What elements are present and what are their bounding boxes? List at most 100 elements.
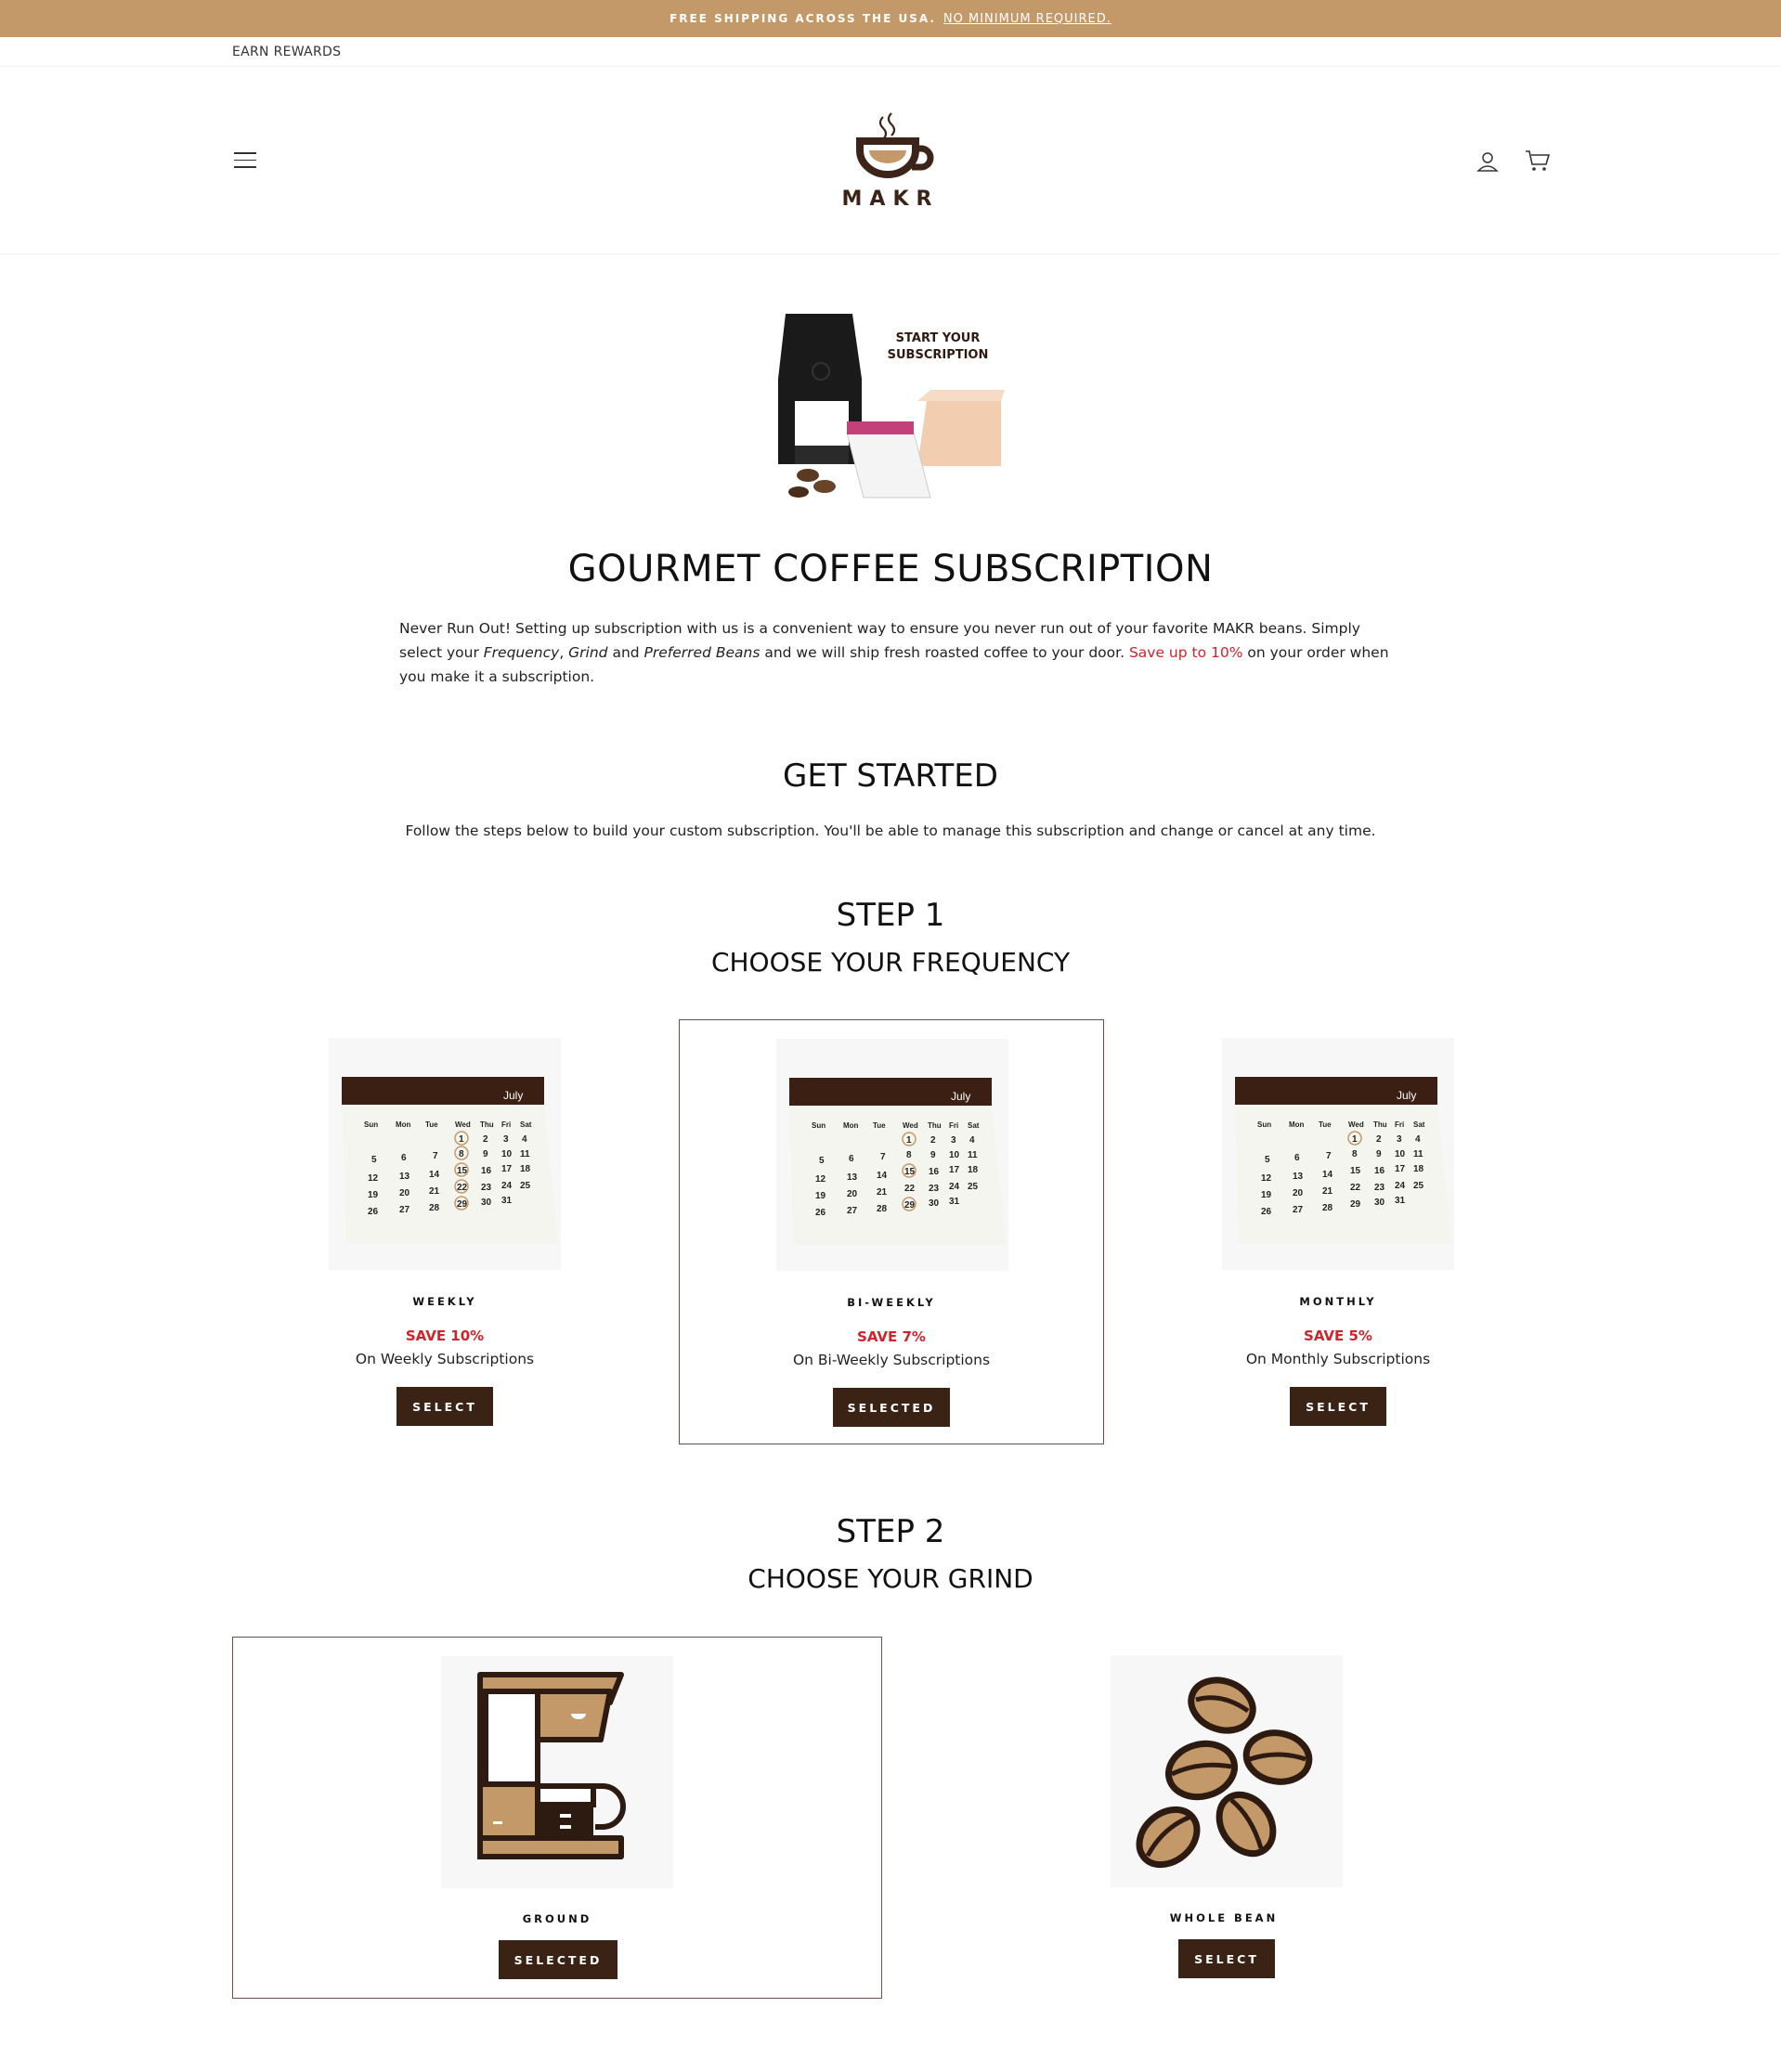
svg-text:6: 6 bbox=[401, 1153, 407, 1163]
svg-text:Thu: Thu bbox=[1373, 1120, 1387, 1129]
announcement-link[interactable]: NO MINIMUM REQUIRED. bbox=[943, 12, 1112, 26]
svg-text:16: 16 bbox=[1374, 1166, 1385, 1176]
calendar-image: July Sun Mon Tue Wed Thu Fri Sat 1234 5 6 7 8 9 10 1… bbox=[776, 1039, 1008, 1271]
calendar-month: July bbox=[1397, 1089, 1416, 1102]
svg-text:3: 3 bbox=[503, 1134, 509, 1145]
svg-text:29: 29 bbox=[1350, 1199, 1361, 1210]
frequency-subtext: On Monthly Subscriptions bbox=[1245, 1351, 1431, 1367]
svg-text:17: 17 bbox=[501, 1164, 513, 1174]
ground-coffee-image bbox=[441, 1656, 673, 1888]
svg-text:13: 13 bbox=[1293, 1172, 1304, 1182]
calendar-icon: July Sun Mon Tue Wed Thu Fri Sat 1234 5 6 7 8 9 10 1… bbox=[789, 1078, 1007, 1245]
calendar-icon: July Sun Mon Tue Wed Thu Fri Sat 1234 5 6 7 8 9 10 1… bbox=[342, 1077, 559, 1244]
svg-text:28: 28 bbox=[1322, 1203, 1333, 1213]
svg-text:26: 26 bbox=[368, 1207, 379, 1217]
svg-text:Fri: Fri bbox=[949, 1121, 958, 1130]
select-weekly-button[interactable]: SELECT bbox=[396, 1387, 493, 1426]
get-started-heading: GET STARTED bbox=[783, 758, 998, 795]
svg-text:4: 4 bbox=[969, 1135, 975, 1146]
svg-text:20: 20 bbox=[399, 1188, 410, 1198]
svg-text:9: 9 bbox=[930, 1150, 936, 1160]
coffee-beans-icon bbox=[1136, 1677, 1313, 1869]
svg-text:8: 8 bbox=[459, 1149, 464, 1159]
svg-text:1: 1 bbox=[906, 1135, 912, 1146]
step2-number: STEP 2 bbox=[836, 1513, 945, 1550]
step2-title: CHOOSE YOUR GRIND bbox=[748, 1563, 1034, 1594]
site-header: MAKR bbox=[0, 67, 1781, 254]
menu-icon[interactable] bbox=[234, 152, 256, 169]
svg-text:Wed: Wed bbox=[1348, 1120, 1364, 1129]
utility-bar: EARN REWARDS bbox=[0, 37, 1781, 67]
announcement-bar: FREE SHIPPING ACROSS THE USA. NO MINIMUM… bbox=[0, 0, 1781, 37]
svg-text:4: 4 bbox=[1415, 1134, 1421, 1145]
svg-text:21: 21 bbox=[877, 1187, 888, 1198]
select-ground-button[interactable]: SELECTED bbox=[499, 1940, 618, 1979]
svg-text:3: 3 bbox=[951, 1135, 956, 1146]
svg-text:Thu: Thu bbox=[928, 1121, 942, 1130]
grind-card-whole-bean[interactable]: WHOLE BEAN SELECT bbox=[899, 1637, 1549, 1999]
svg-text:Thu: Thu bbox=[480, 1120, 494, 1129]
svg-text:7: 7 bbox=[880, 1152, 886, 1162]
svg-text:6: 6 bbox=[1294, 1153, 1300, 1163]
svg-text:30: 30 bbox=[929, 1198, 940, 1209]
brand-logo[interactable]: MAKR bbox=[832, 111, 949, 214]
frequency-label: WEEKLY bbox=[412, 1295, 477, 1308]
svg-text:25: 25 bbox=[1413, 1181, 1424, 1191]
select-whole-bean-button[interactable]: SELECT bbox=[1178, 1939, 1275, 1978]
svg-text:12: 12 bbox=[368, 1173, 379, 1184]
coffee-cup-logo-icon bbox=[856, 112, 934, 178]
frequency-card-biweekly[interactable]: July Sun Mon Tue Wed Thu Fri Sat 1234 5 6 7 8 9 10 1… bbox=[679, 1019, 1104, 1444]
frequency-savings: SAVE 7% bbox=[857, 1328, 926, 1345]
svg-text:1: 1 bbox=[459, 1134, 464, 1145]
svg-text:18: 18 bbox=[968, 1165, 979, 1175]
svg-text:12: 12 bbox=[1261, 1173, 1272, 1184]
svg-text:Tue: Tue bbox=[873, 1121, 886, 1130]
step1-title: CHOOSE YOUR FREQUENCY bbox=[710, 947, 1071, 978]
cart-icon[interactable] bbox=[1525, 149, 1551, 173]
svg-text:30: 30 bbox=[481, 1198, 492, 1208]
svg-text:11: 11 bbox=[968, 1150, 978, 1160]
svg-text:12: 12 bbox=[815, 1174, 826, 1185]
hero-caption: START YOUR SUBSCRIPTION bbox=[887, 331, 989, 362]
svg-text:Wed: Wed bbox=[455, 1120, 471, 1129]
svg-text:Fri: Fri bbox=[501, 1120, 511, 1129]
svg-text:18: 18 bbox=[520, 1164, 531, 1174]
svg-text:1: 1 bbox=[1352, 1134, 1358, 1145]
svg-text:15: 15 bbox=[1350, 1166, 1361, 1176]
account-icon[interactable] bbox=[1476, 150, 1499, 173]
svg-text:19: 19 bbox=[1261, 1190, 1272, 1200]
frequency-card-weekly[interactable]: July Sun Mon Tue Wed Thu Fri Sat 1234 5 6 7 8 9 10 1… bbox=[310, 1019, 579, 1444]
select-biweekly-button[interactable]: SELECTED bbox=[833, 1388, 950, 1427]
svg-text:7: 7 bbox=[1326, 1151, 1332, 1161]
select-monthly-button[interactable]: SELECT bbox=[1290, 1387, 1386, 1426]
svg-text:13: 13 bbox=[847, 1172, 858, 1183]
svg-text:30: 30 bbox=[1374, 1198, 1385, 1208]
frequency-card-monthly[interactable]: July Sun Mon Tue Wed Thu Fri Sat 1234 5 6 7 8 9 10 1… bbox=[1203, 1019, 1473, 1444]
svg-text:2: 2 bbox=[1376, 1134, 1382, 1145]
svg-text:Wed: Wed bbox=[903, 1121, 918, 1130]
svg-text:Mon: Mon bbox=[396, 1120, 411, 1129]
earn-rewards-link[interactable]: EARN REWARDS bbox=[232, 45, 341, 59]
whole-bean-image bbox=[1111, 1655, 1343, 1887]
svg-text:28: 28 bbox=[429, 1203, 440, 1213]
svg-text:14: 14 bbox=[1322, 1170, 1333, 1180]
grind-card-ground[interactable]: GROUND SELECTED bbox=[232, 1637, 882, 1999]
svg-text:2: 2 bbox=[930, 1135, 936, 1146]
svg-text:24: 24 bbox=[1395, 1181, 1406, 1191]
svg-text:11: 11 bbox=[1413, 1149, 1424, 1159]
svg-text:25: 25 bbox=[968, 1182, 979, 1192]
svg-text:17: 17 bbox=[1395, 1164, 1406, 1174]
svg-text:24: 24 bbox=[949, 1182, 960, 1192]
frequency-subtext: On Bi-Weekly Subscriptions bbox=[792, 1352, 991, 1368]
svg-text:20: 20 bbox=[1293, 1188, 1304, 1198]
svg-text:27: 27 bbox=[1293, 1205, 1304, 1215]
calendar-image: July Sun Mon Tue Wed Thu Fri Sat 1234 5 6 7 8 9 10 1… bbox=[329, 1038, 561, 1270]
coffee-maker-icon bbox=[477, 1672, 626, 1859]
svg-text:18: 18 bbox=[1413, 1164, 1424, 1174]
svg-text:3: 3 bbox=[1397, 1134, 1402, 1145]
svg-text:6: 6 bbox=[849, 1154, 854, 1164]
svg-text:Sat: Sat bbox=[968, 1121, 980, 1130]
svg-text:8: 8 bbox=[1352, 1149, 1358, 1159]
svg-text:31: 31 bbox=[949, 1197, 960, 1207]
svg-text:21: 21 bbox=[1322, 1186, 1333, 1197]
